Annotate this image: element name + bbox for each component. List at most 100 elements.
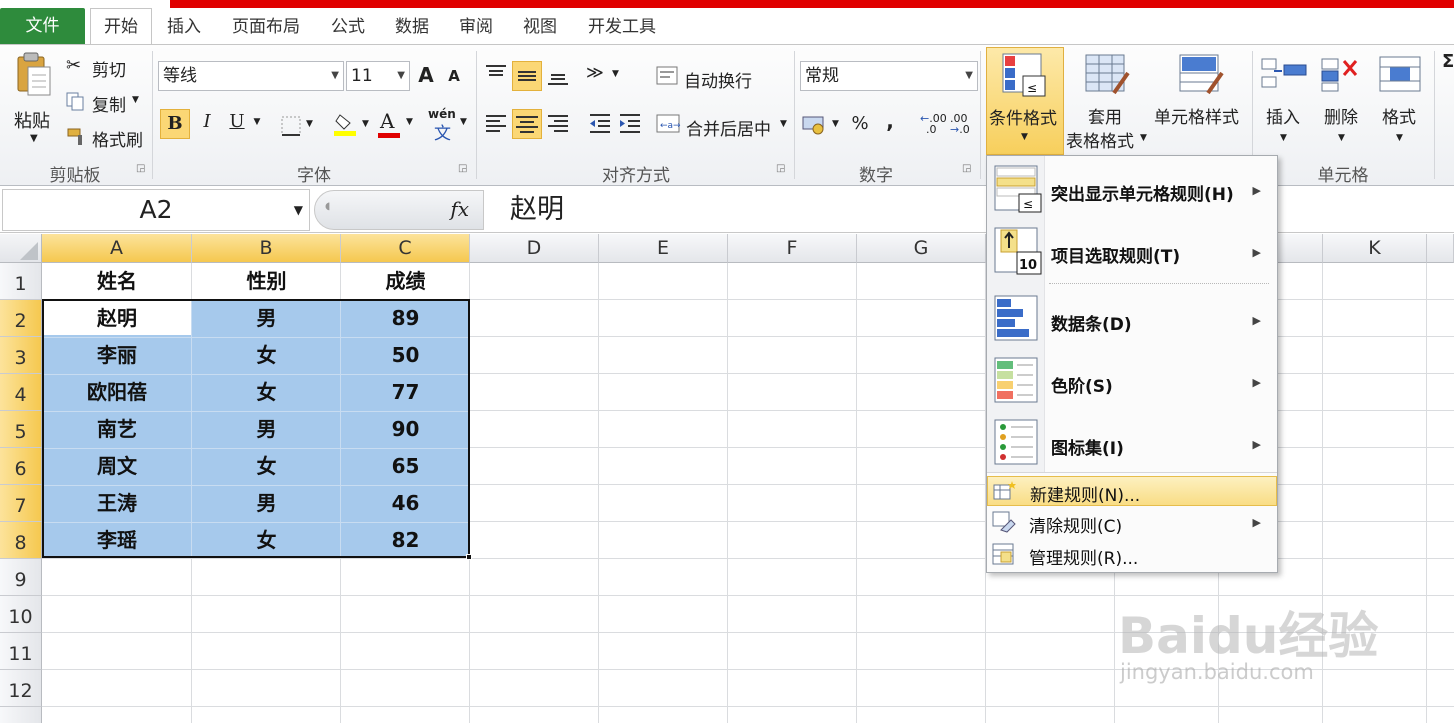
font-name-combo[interactable]: 等线 ▼ bbox=[158, 61, 344, 91]
menu-item-icon-sets[interactable]: 图标集(I) ▶ bbox=[987, 414, 1277, 472]
chevron-down-icon[interactable]: ▼ bbox=[250, 117, 264, 127]
tab-page-layout[interactable]: 页面布局 bbox=[224, 10, 308, 44]
row-header-11[interactable]: 11 bbox=[0, 633, 42, 670]
column-header-b[interactable]: B bbox=[192, 234, 341, 263]
row-header-4[interactable]: 4 bbox=[0, 374, 42, 411]
align-center-button[interactable] bbox=[512, 109, 542, 139]
decrease-indent-button[interactable] bbox=[588, 111, 614, 137]
format-painter-button[interactable]: 格式刷 bbox=[66, 125, 150, 151]
autosum-icon[interactable]: Σ bbox=[1442, 51, 1454, 72]
font-color-button[interactable]: A ▼ bbox=[378, 109, 418, 141]
decrease-decimal-button[interactable]: .00 →.0 bbox=[950, 113, 976, 139]
merge-center-button[interactable]: ←a→ 合并后居中 ▼ bbox=[656, 113, 792, 140]
cell-c3[interactable]: 50 bbox=[341, 337, 470, 374]
cell-b8[interactable]: 女 bbox=[192, 522, 341, 559]
cut-button[interactable]: ✂ 剪切 bbox=[66, 55, 146, 81]
dialog-launcher-icon[interactable]: ◲ bbox=[962, 163, 971, 174]
cell-a5[interactable]: 南艺 bbox=[42, 411, 192, 448]
underline-button[interactable]: U bbox=[226, 111, 248, 132]
cell-styles-button[interactable]: 单元格样式 bbox=[1152, 51, 1252, 155]
conditional-format-button[interactable]: ≤ 条件格式 ▼ bbox=[986, 47, 1064, 155]
row-header-12[interactable]: 12 bbox=[0, 670, 42, 707]
cell-a1[interactable]: 姓名 bbox=[42, 263, 192, 300]
cell-b7[interactable]: 男 bbox=[192, 485, 341, 522]
cell-c4[interactable]: 77 bbox=[341, 374, 470, 411]
phonetic-button[interactable]: wén 文 ▼ bbox=[428, 107, 468, 144]
row-header-6[interactable]: 6 bbox=[0, 448, 42, 485]
row-header-5[interactable]: 5 bbox=[0, 411, 42, 448]
cell-c5[interactable]: 90 bbox=[341, 411, 470, 448]
insert-function-button[interactable]: fx bbox=[450, 197, 469, 221]
menu-item-color-scales[interactable]: 色阶(S) ▶ bbox=[987, 352, 1277, 410]
cell-b5[interactable]: 男 bbox=[192, 411, 341, 448]
font-size-combo[interactable]: 11 ▼ bbox=[346, 61, 410, 91]
format-as-table-button[interactable]: 套用 表格格式 ▼ bbox=[1066, 51, 1150, 155]
row-header-9[interactable]: 9 bbox=[0, 559, 42, 596]
tab-review[interactable]: 审阅 bbox=[452, 10, 500, 44]
tab-data[interactable]: 数据 bbox=[388, 10, 436, 44]
dialog-launcher-icon[interactable]: ◲ bbox=[776, 163, 785, 174]
align-top-button[interactable] bbox=[484, 63, 512, 89]
menu-item-top-rules[interactable]: 10 项目选取规则(T) ▶ bbox=[987, 222, 1277, 280]
cell-a3[interactable]: 李丽 bbox=[42, 337, 192, 374]
tab-home[interactable]: 开始 bbox=[90, 8, 152, 44]
tab-file[interactable]: 文件 bbox=[0, 8, 85, 44]
row-header-1[interactable]: 1 bbox=[0, 263, 42, 300]
cell-a4[interactable]: 欧阳蓓 bbox=[42, 374, 192, 411]
tab-view[interactable]: 视图 bbox=[516, 10, 564, 44]
align-left-button[interactable] bbox=[484, 111, 512, 137]
drag-handle-icon[interactable]: ◖ bbox=[325, 201, 330, 212]
cell-b1[interactable]: 性别 bbox=[192, 263, 341, 300]
column-header-l[interactable] bbox=[1427, 234, 1454, 263]
tab-developer[interactable]: 开发工具 bbox=[580, 10, 664, 44]
row-header-13[interactable] bbox=[0, 707, 42, 723]
row-header-10[interactable]: 10 bbox=[0, 596, 42, 633]
insert-cells-button[interactable]: 插入 ▼ bbox=[1258, 51, 1312, 155]
menu-item-manage-rules[interactable]: 管理规则(R)... bbox=[987, 540, 1277, 570]
italic-button[interactable]: I bbox=[196, 111, 218, 132]
column-header-e[interactable]: E bbox=[599, 234, 728, 263]
row-header-2[interactable]: 2 bbox=[0, 300, 42, 337]
dialog-launcher-icon[interactable]: ◲ bbox=[458, 163, 467, 174]
column-header-g[interactable]: G bbox=[857, 234, 986, 263]
copy-button[interactable]: 复制 ▼ bbox=[66, 90, 146, 116]
orientation-button[interactable]: ≫ ▼ bbox=[586, 63, 626, 89]
cell-c1[interactable]: 成绩 bbox=[341, 263, 470, 300]
tab-insert[interactable]: 插入 bbox=[160, 10, 208, 44]
menu-item-new-rule[interactable]: 新建规则(N)... bbox=[987, 476, 1277, 506]
bold-button[interactable]: B bbox=[160, 109, 190, 139]
wrap-text-button[interactable]: 自动换行 bbox=[656, 65, 766, 92]
tab-formulas[interactable]: 公式 bbox=[324, 10, 372, 44]
cell-a7[interactable]: 王涛 bbox=[42, 485, 192, 522]
cell-b3[interactable]: 女 bbox=[192, 337, 341, 374]
row-header-3[interactable]: 3 bbox=[0, 337, 42, 374]
number-format-combo[interactable]: 常规 ▼ bbox=[800, 61, 978, 91]
menu-item-highlight-rules[interactable]: ≤ 突出显示单元格规则(H) ▶ bbox=[987, 160, 1277, 218]
cell-c6[interactable]: 65 bbox=[341, 448, 470, 485]
cell-b4[interactable]: 女 bbox=[192, 374, 341, 411]
delete-cells-button[interactable]: 删除 ▼ bbox=[1316, 51, 1370, 155]
align-middle-button[interactable] bbox=[512, 61, 542, 91]
paste-button[interactable]: 粘贴 ▼ bbox=[6, 51, 60, 155]
percent-style-button[interactable]: % bbox=[848, 113, 872, 134]
cell-a6[interactable]: 周文 bbox=[42, 448, 192, 485]
cell-b2[interactable]: 男 bbox=[192, 300, 341, 337]
cell-a2[interactable]: 赵明 bbox=[42, 300, 192, 337]
column-header-c[interactable]: C bbox=[341, 234, 470, 263]
borders-button[interactable]: ▼ bbox=[280, 115, 320, 139]
row-header-8[interactable]: 8 bbox=[0, 522, 42, 559]
menu-item-clear-rules[interactable]: 清除规则(C) ▶ bbox=[987, 508, 1277, 538]
dialog-launcher-icon[interactable]: ◲ bbox=[136, 163, 145, 174]
row-header-7[interactable]: 7 bbox=[0, 485, 42, 522]
increase-indent-button[interactable] bbox=[618, 111, 644, 137]
column-header-a[interactable]: A bbox=[42, 234, 192, 263]
fill-color-button[interactable]: ▼ bbox=[334, 111, 374, 141]
align-bottom-button[interactable] bbox=[546, 63, 574, 89]
accounting-format-button[interactable]: ▼ bbox=[802, 113, 842, 139]
cell-a8[interactable]: 李瑶 bbox=[42, 522, 192, 559]
grow-font-button[interactable]: A bbox=[414, 63, 438, 87]
cell-c2[interactable]: 89 bbox=[341, 300, 470, 337]
shrink-font-button[interactable]: A bbox=[444, 67, 464, 85]
column-header-f[interactable]: F bbox=[728, 234, 857, 263]
column-header-d[interactable]: D bbox=[470, 234, 599, 263]
